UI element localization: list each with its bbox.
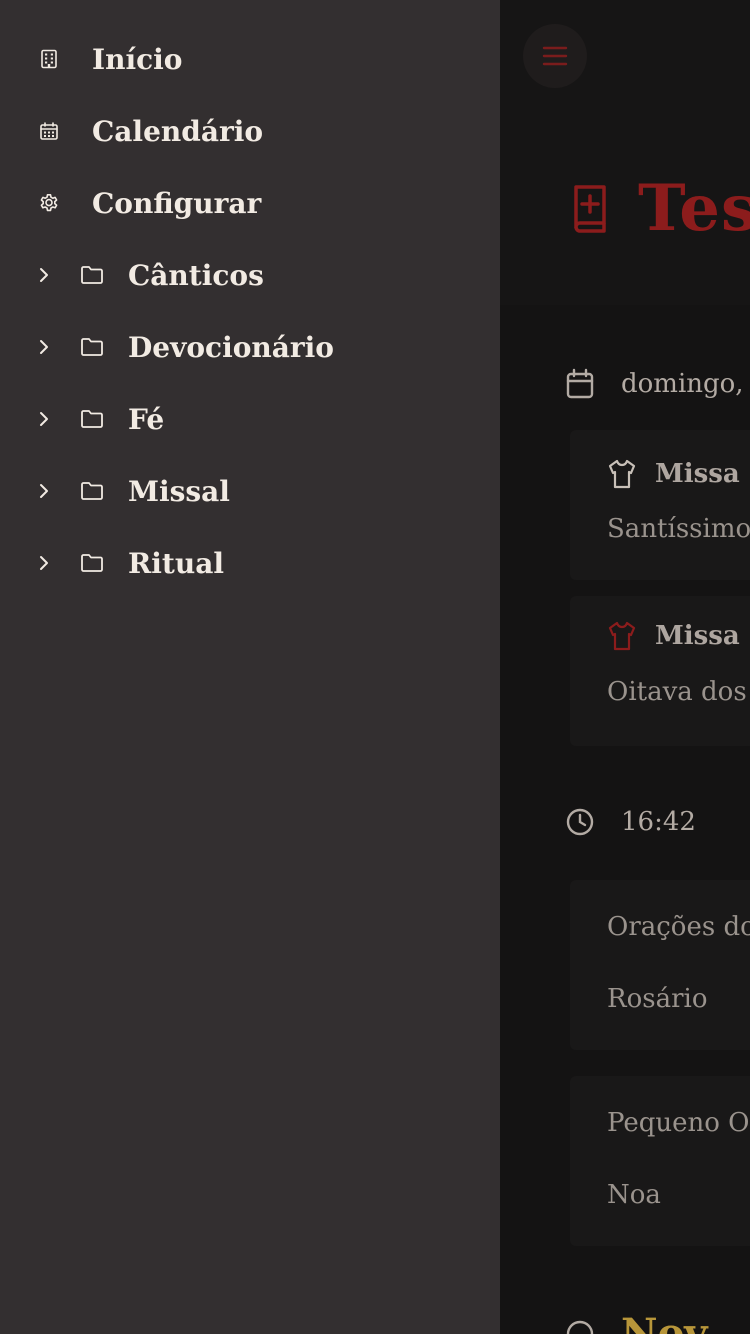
- mass-label: Missa: [655, 459, 740, 489]
- clock-icon: [565, 807, 595, 837]
- time-row: 16:42: [565, 807, 696, 837]
- date-text: domingo,: [621, 369, 744, 399]
- folder-icon: [79, 263, 105, 287]
- prayer-card[interactable]: [570, 1076, 750, 1246]
- drawer-folder-label: Fé: [128, 402, 165, 436]
- hamburger-icon: [542, 45, 568, 67]
- navigation-drawer: Início Calendário Configurar Cânticos De…: [0, 0, 500, 1334]
- drawer-folder-missal[interactable]: Missal: [0, 463, 500, 519]
- time-text: 16:42: [621, 807, 696, 837]
- chevron-right-icon[interactable]: [34, 481, 54, 501]
- gear-icon: [38, 192, 60, 214]
- prayer-item[interactable]: Rosário: [607, 984, 707, 1014]
- chevron-right-icon[interactable]: [34, 265, 54, 285]
- chevron-right-icon[interactable]: [34, 337, 54, 357]
- drawer-item-configurar[interactable]: Configurar: [0, 175, 500, 231]
- drawer-item-label: Calendário: [92, 114, 264, 148]
- drawer-item-label: Início: [92, 42, 183, 76]
- prayer-item[interactable]: Pequeno Of: [607, 1108, 750, 1138]
- mass-title-row: Missa |: [607, 458, 750, 490]
- drawer-folder-devocionario[interactable]: Devocionário: [0, 319, 500, 375]
- drawer-item-label: Configurar: [92, 186, 262, 220]
- clock-icon: [565, 1319, 595, 1334]
- app-title-text: Tes: [638, 170, 750, 246]
- drawer-item-calendario[interactable]: Calendário: [0, 103, 500, 159]
- building-icon: [38, 48, 60, 70]
- vestment-icon: [607, 458, 637, 490]
- prayer-item[interactable]: Orações do: [607, 912, 750, 942]
- page-title: Tes: [570, 168, 750, 248]
- mass-label: Missa: [655, 621, 740, 651]
- drawer-folder-canticos[interactable]: Cânticos: [0, 247, 500, 303]
- folder-icon: [79, 335, 105, 359]
- drawer-folder-ritual[interactable]: Ritual: [0, 535, 500, 591]
- mass-title-row: Missa |: [607, 620, 750, 652]
- date-row: domingo,: [565, 368, 744, 400]
- drawer-folder-label: Cânticos: [128, 258, 264, 292]
- vestment-icon: [607, 620, 637, 652]
- folder-icon: [79, 479, 105, 503]
- drawer-folder-label: Devocionário: [128, 330, 334, 364]
- folder-icon: [79, 407, 105, 431]
- prayer-card[interactable]: [570, 880, 750, 1050]
- bible-plus-icon: [570, 183, 610, 233]
- drawer-folder-label: Ritual: [128, 546, 224, 580]
- chevron-right-icon[interactable]: [34, 553, 54, 573]
- folder-icon: [79, 551, 105, 575]
- drawer-folder-fe[interactable]: Fé: [0, 391, 500, 447]
- mass-card[interactable]: [570, 430, 750, 580]
- drawer-folder-label: Missal: [128, 474, 230, 508]
- prayer-item[interactable]: Noa: [607, 1180, 661, 1210]
- bottom-section-text: Nov: [621, 1310, 708, 1334]
- bottom-section-heading: Nov: [565, 1310, 707, 1334]
- calendar-icon: [565, 368, 595, 400]
- chevron-right-icon[interactable]: [34, 409, 54, 429]
- calendar-icon: [38, 120, 60, 142]
- drawer-item-inicio[interactable]: Início: [0, 31, 500, 87]
- mass-subtitle: Oitava dos: [607, 677, 747, 707]
- menu-button[interactable]: [523, 24, 587, 88]
- mass-card[interactable]: [570, 596, 750, 746]
- mass-subtitle: Santíssimo: [607, 514, 750, 544]
